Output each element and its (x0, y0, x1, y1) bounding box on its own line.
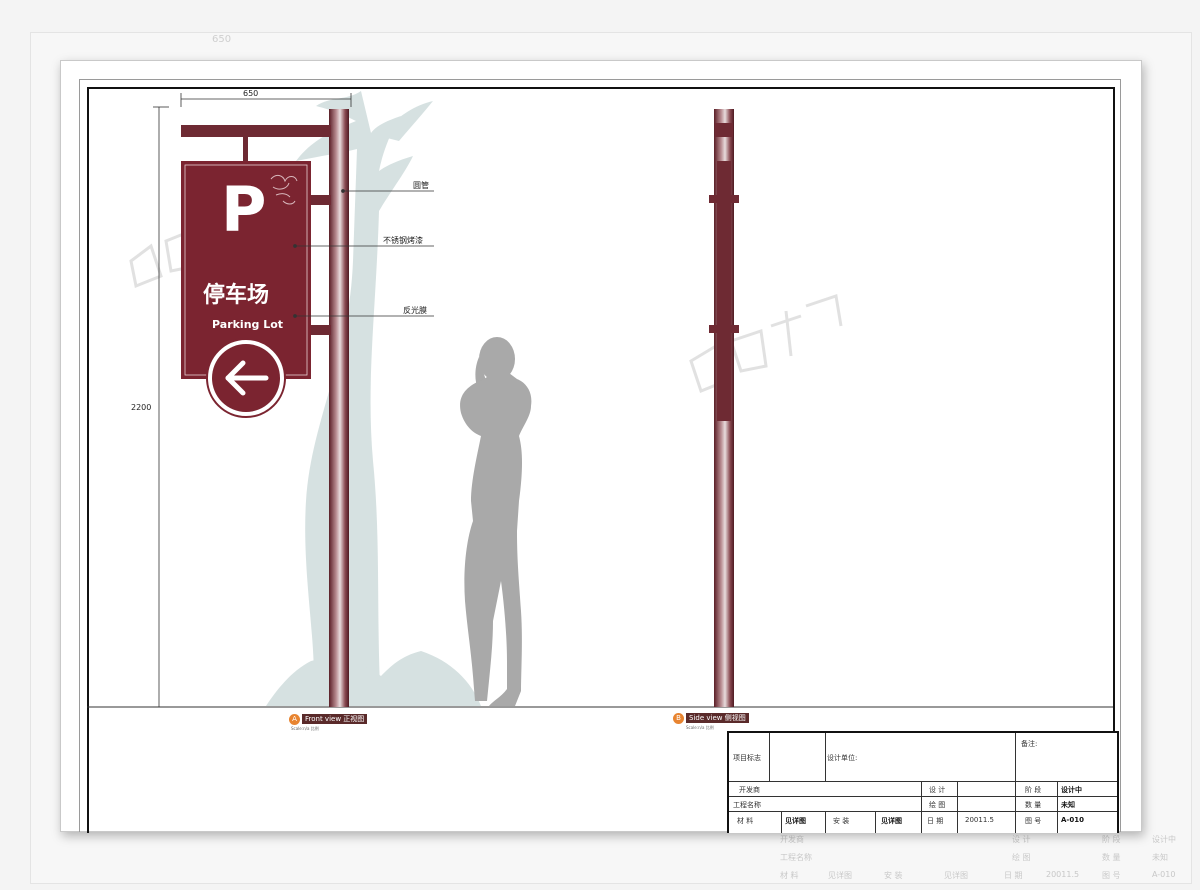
bg-cell: 开发商 (780, 835, 804, 844)
callout-round-pipe: 圆管 (413, 181, 429, 190)
bracket-upper (311, 195, 331, 205)
bg-cell: A-010 (1152, 870, 1176, 879)
material-label: 材 料 (737, 817, 754, 825)
side-top-cap (715, 123, 733, 137)
background-dimension: 650 (212, 34, 232, 45)
dimension-height (153, 106, 169, 708)
bg-cell: 材 料 (780, 871, 799, 880)
design-unit-label: 设计单位: (827, 754, 858, 762)
stage-value: 设计中 (1061, 786, 1082, 794)
project-name-label: 工程名称 (733, 801, 761, 809)
bracket-lower (311, 325, 331, 335)
background-title-table: 开发商 设 计 阶 段 设计中 工程名称 绘 图 数 量 未知 材 料 见详图 … (772, 830, 1192, 890)
project-mark-label: 项目标志 (733, 754, 761, 762)
sign-en-text: Parking Lot (212, 318, 284, 331)
bg-cell: 设 计 (1012, 835, 1031, 844)
front-hanger (243, 137, 248, 161)
remarks-label: 备注: (1021, 740, 1038, 748)
drawing-no-value: A-010 (1061, 816, 1084, 824)
bg-cell: 数 量 (1102, 853, 1121, 862)
bg-cell: 见详图 (828, 871, 852, 880)
sign-cn-text: 停车场 (203, 283, 270, 308)
material-value: 见详图 (785, 817, 806, 825)
bg-cell: 日 期 (1004, 871, 1023, 880)
bg-cell: 未知 (1152, 853, 1168, 862)
drawing-no-label: 图 号 (1025, 817, 1042, 825)
drawing-sheet: 650 2200 P 停车场 Parking Lot 圆管 不锈钢烤漆 反光膜 … (60, 60, 1142, 833)
side-view-label: Side view 侧视图 (686, 713, 749, 723)
view-tag-b: B (673, 713, 684, 724)
front-view-label: Front view 正视图 (302, 714, 368, 724)
dimension-height-label: 2200 (131, 403, 152, 412)
side-bracket-upper (709, 195, 739, 203)
side-scale-note: Scale:n/a 比例 (686, 725, 714, 730)
design-label: 设 计 (929, 786, 946, 794)
date-label: 日 期 (927, 817, 944, 825)
developer-label: 开发商 (739, 786, 760, 794)
callout-reflective-film: 反光膜 (403, 306, 427, 315)
bg-cell: 设计中 (1152, 835, 1176, 844)
callout-stainless-paint: 不锈钢烤漆 (383, 236, 423, 245)
quantity-label: 数 量 (1025, 801, 1042, 809)
bg-cell: 20011.5 (1046, 870, 1080, 879)
human-silhouette (460, 337, 532, 706)
front-top-arm (181, 125, 331, 137)
sign-letter-p: P (221, 173, 267, 246)
front-scale-note: Scale:n/a 比例 (291, 726, 319, 731)
view-tag-a: A (289, 714, 300, 725)
side-bracket-lower (709, 325, 739, 333)
date-value: 20011.5 (965, 816, 994, 824)
bg-cell: 安 装 (884, 871, 903, 880)
quantity-value: 未知 (1061, 801, 1075, 809)
bg-cell: 工程名称 (780, 853, 812, 862)
bg-cell: 阶 段 (1102, 835, 1121, 844)
install-value: 见详图 (881, 817, 902, 825)
bg-cell: 图 号 (1102, 871, 1121, 880)
title-block: 项目标志 设计单位: 备注: 开发商 设 计 阶 段 设计中 工程名称 绘 图 … (727, 731, 1119, 833)
dimension-width-label: 650 (243, 89, 259, 98)
stage-label: 阶 段 (1025, 786, 1042, 794)
bg-cell: 绘 图 (1012, 853, 1031, 862)
bg-cell: 见详图 (944, 871, 968, 880)
front-pole (329, 109, 349, 707)
drawing-label: 绘 图 (929, 801, 946, 809)
install-label: 安 装 (833, 817, 850, 825)
